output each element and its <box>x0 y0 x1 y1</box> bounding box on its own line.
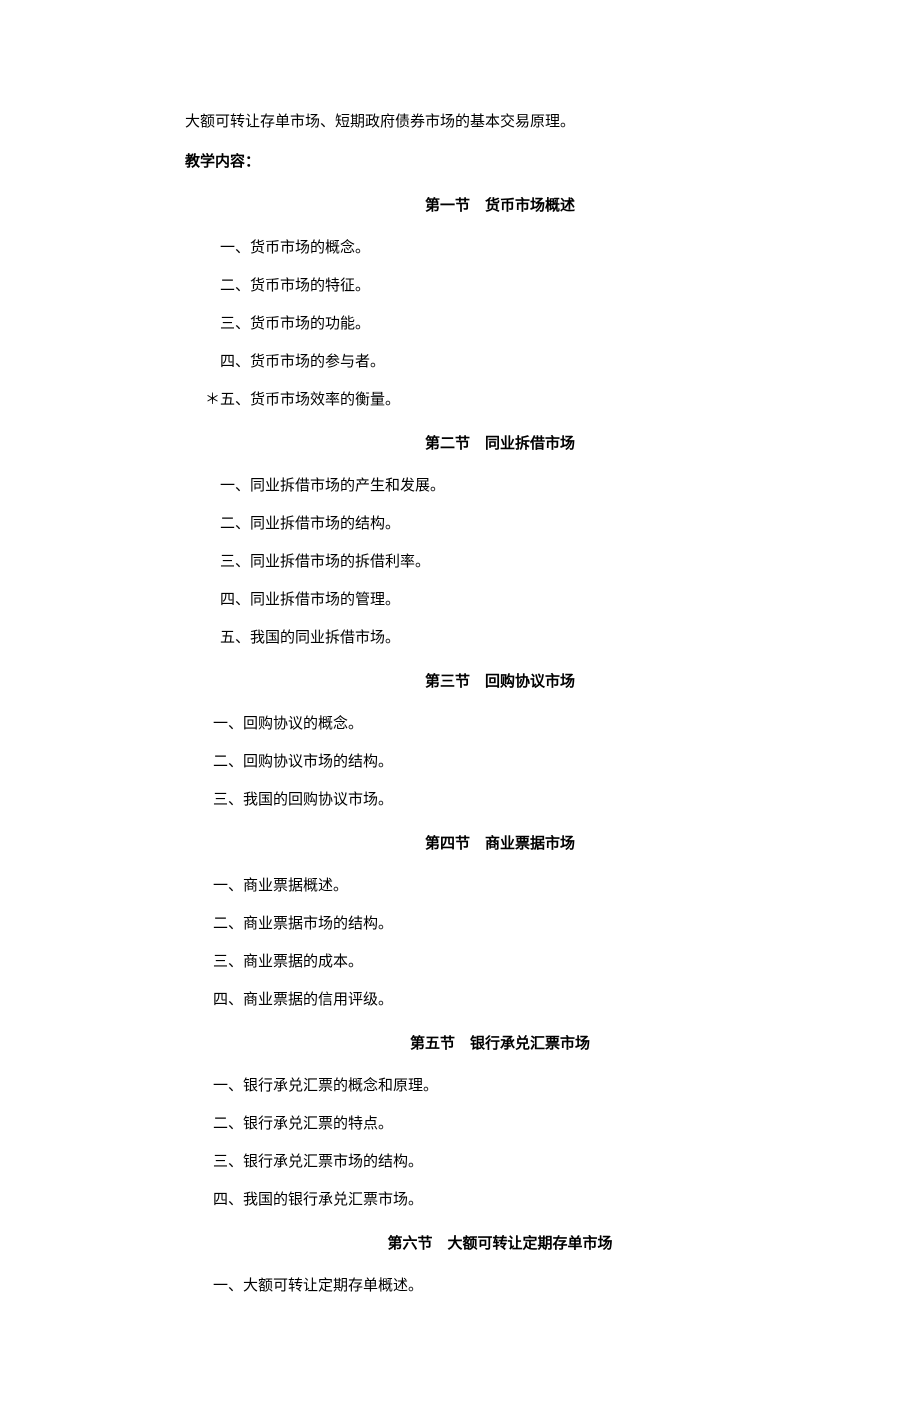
section-5-item: 一、银行承兑汇票的概念和原理。 <box>185 1074 770 1098</box>
section-1-item: 一、货币市场的概念。 <box>185 236 770 260</box>
section-1-item: 三、货币市场的功能。 <box>185 312 770 336</box>
section-4-item: 二、商业票据市场的结构。 <box>185 912 770 936</box>
section-2-title: 第二节 同业拆借市场 <box>185 432 770 456</box>
section-5-item: 四、我国的银行承兑汇票市场。 <box>185 1188 770 1212</box>
content-label: 教学内容： <box>185 150 770 174</box>
section-1-star-item: ＊五、货币市场效率的衡量。 <box>185 388 770 412</box>
section-4-item: 三、商业票据的成本。 <box>185 950 770 974</box>
section-1-item: 四、货币市场的参与者。 <box>185 350 770 374</box>
section-3-item: 三、我国的回购协议市场。 <box>185 788 770 812</box>
section-3-item: 二、回购协议市场的结构。 <box>185 750 770 774</box>
section-2-item: 二、同业拆借市场的结构。 <box>185 512 770 536</box>
section-5-item: 二、银行承兑汇票的特点。 <box>185 1112 770 1136</box>
section-4-item: 四、商业票据的信用评级。 <box>185 988 770 1012</box>
section-1-title: 第一节 货币市场概述 <box>185 194 770 218</box>
section-5-title: 第五节 银行承兑汇票市场 <box>185 1032 770 1056</box>
section-6-title: 第六节 大额可转让定期存单市场 <box>185 1232 770 1256</box>
section-5-item: 三、银行承兑汇票市场的结构。 <box>185 1150 770 1174</box>
section-3-item: 一、回购协议的概念。 <box>185 712 770 736</box>
section-2-item: 五、我国的同业拆借市场。 <box>185 626 770 650</box>
document-page: 大额可转让存单市场、短期政府债券市场的基本交易原理。 教学内容： 第一节 货币市… <box>0 0 920 1412</box>
section-3-title: 第三节 回购协议市场 <box>185 670 770 694</box>
section-2-item: 三、同业拆借市场的拆借利率。 <box>185 550 770 574</box>
section-2-item: 四、同业拆借市场的管理。 <box>185 588 770 612</box>
section-4-title: 第四节 商业票据市场 <box>185 832 770 856</box>
section-6-item: 一、大额可转让定期存单概述。 <box>185 1274 770 1298</box>
section-1-item: 二、货币市场的特征。 <box>185 274 770 298</box>
intro-paragraph: 大额可转让存单市场、短期政府债券市场的基本交易原理。 <box>185 110 770 134</box>
section-4-item: 一、商业票据概述。 <box>185 874 770 898</box>
section-2-item: 一、同业拆借市场的产生和发展。 <box>185 474 770 498</box>
